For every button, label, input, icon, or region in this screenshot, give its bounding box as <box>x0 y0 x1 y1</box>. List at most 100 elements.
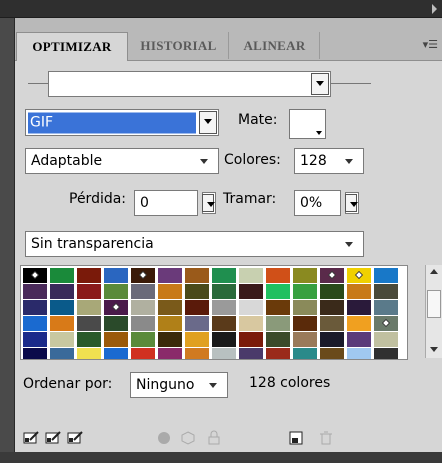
color-swatch[interactable] <box>131 300 155 315</box>
color-swatch[interactable] <box>185 300 209 315</box>
tab-optimizar[interactable]: OPTIMIZAR <box>16 32 128 61</box>
lock-color-icon[interactable] <box>67 430 85 446</box>
color-swatch[interactable] <box>104 268 128 283</box>
color-swatch[interactable] <box>50 348 74 359</box>
color-swatch[interactable] <box>23 284 47 299</box>
color-swatch[interactable] <box>374 300 398 315</box>
color-swatch[interactable] <box>23 332 47 347</box>
format-select[interactable]: GIF <box>25 109 219 136</box>
preset-select[interactable] <box>48 71 331 97</box>
scroll-down-icon[interactable] <box>430 347 438 352</box>
loss-input[interactable]: 0 <box>134 190 198 216</box>
color-swatch[interactable] <box>239 300 263 315</box>
color-swatch[interactable] <box>293 316 317 331</box>
color-swatch[interactable] <box>212 284 236 299</box>
color-swatch[interactable] <box>50 284 74 299</box>
color-swatch[interactable] <box>239 268 263 283</box>
color-swatch[interactable] <box>131 316 155 331</box>
loss-slider-button[interactable] <box>202 192 216 214</box>
color-swatch[interactable] <box>320 268 344 283</box>
color-swatch[interactable] <box>23 300 47 315</box>
mate-color-swatch[interactable] <box>289 109 326 139</box>
color-swatch[interactable] <box>320 316 344 331</box>
color-swatch[interactable] <box>185 268 209 283</box>
color-swatch[interactable] <box>185 348 209 359</box>
map-color-transparent-icon[interactable] <box>23 430 41 446</box>
color-swatch[interactable] <box>374 316 398 331</box>
color-swatch[interactable] <box>185 284 209 299</box>
color-swatch[interactable] <box>50 316 74 331</box>
circle-disabled-icon[interactable] <box>155 430 173 446</box>
color-swatch[interactable] <box>239 316 263 331</box>
color-swatch[interactable] <box>50 300 74 315</box>
color-swatch[interactable] <box>77 348 101 359</box>
color-swatch[interactable] <box>131 348 155 359</box>
color-swatch[interactable] <box>266 332 290 347</box>
color-swatch[interactable] <box>347 268 371 283</box>
color-swatch[interactable] <box>320 284 344 299</box>
color-swatch[interactable] <box>293 300 317 315</box>
color-swatch[interactable] <box>212 316 236 331</box>
scroll-thumb[interactable] <box>427 290 441 318</box>
color-swatch[interactable] <box>23 348 47 359</box>
map-color-web-icon[interactable] <box>45 430 63 446</box>
tab-alinear[interactable]: ALINEAR <box>230 32 320 59</box>
color-swatch[interactable] <box>347 300 371 315</box>
sort-select[interactable]: Ninguno <box>130 372 228 398</box>
color-swatch[interactable] <box>77 332 101 347</box>
color-swatch[interactable] <box>131 284 155 299</box>
trash-icon[interactable] <box>317 430 335 446</box>
reduction-select[interactable]: Adaptable <box>25 148 219 174</box>
color-swatch[interactable] <box>104 332 128 347</box>
color-swatch[interactable] <box>158 284 182 299</box>
color-swatch[interactable] <box>347 348 371 359</box>
color-swatch[interactable] <box>77 284 101 299</box>
color-swatch[interactable] <box>50 268 74 283</box>
color-swatch[interactable] <box>266 348 290 359</box>
color-swatch[interactable] <box>158 316 182 331</box>
color-swatch[interactable] <box>239 348 263 359</box>
color-swatch[interactable] <box>320 332 344 347</box>
color-table-scrollbar[interactable] <box>425 265 442 358</box>
color-swatch[interactable] <box>266 284 290 299</box>
panel-menu-icon[interactable]: ▾☰ <box>423 38 438 51</box>
colors-select[interactable]: 128 <box>294 148 364 174</box>
color-swatch[interactable] <box>347 284 371 299</box>
color-swatch[interactable] <box>104 348 128 359</box>
color-swatch[interactable] <box>320 348 344 359</box>
color-swatch[interactable] <box>293 348 317 359</box>
color-swatch[interactable] <box>266 300 290 315</box>
color-swatch[interactable] <box>347 316 371 331</box>
color-swatch[interactable] <box>158 300 182 315</box>
lock-disabled-icon[interactable] <box>205 430 223 446</box>
scroll-up-icon[interactable] <box>430 269 438 274</box>
color-swatch[interactable] <box>266 268 290 283</box>
collapse-arrow-icon[interactable] <box>432 4 437 14</box>
color-swatch[interactable] <box>212 300 236 315</box>
color-swatch[interactable] <box>374 348 398 359</box>
color-swatch[interactable] <box>239 284 263 299</box>
color-swatch[interactable] <box>320 300 344 315</box>
color-swatch[interactable] <box>23 268 47 283</box>
color-table[interactable] <box>20 265 408 360</box>
color-swatch[interactable] <box>293 332 317 347</box>
color-swatch[interactable] <box>77 268 101 283</box>
color-swatch[interactable] <box>212 332 236 347</box>
color-swatch[interactable] <box>347 332 371 347</box>
color-swatch[interactable] <box>212 348 236 359</box>
color-swatch[interactable] <box>239 332 263 347</box>
color-swatch[interactable] <box>266 316 290 331</box>
dither-slider-button[interactable] <box>345 192 359 214</box>
color-swatch[interactable] <box>293 284 317 299</box>
dither-input[interactable]: 0% <box>294 190 341 216</box>
color-swatch[interactable] <box>158 332 182 347</box>
color-swatch[interactable] <box>77 300 101 315</box>
color-swatch[interactable] <box>104 300 128 315</box>
color-swatch[interactable] <box>50 332 74 347</box>
color-swatch[interactable] <box>374 332 398 347</box>
color-swatch[interactable] <box>158 268 182 283</box>
color-swatch[interactable] <box>131 268 155 283</box>
color-swatch[interactable] <box>23 316 47 331</box>
color-swatch[interactable] <box>158 348 182 359</box>
color-swatch[interactable] <box>293 268 317 283</box>
